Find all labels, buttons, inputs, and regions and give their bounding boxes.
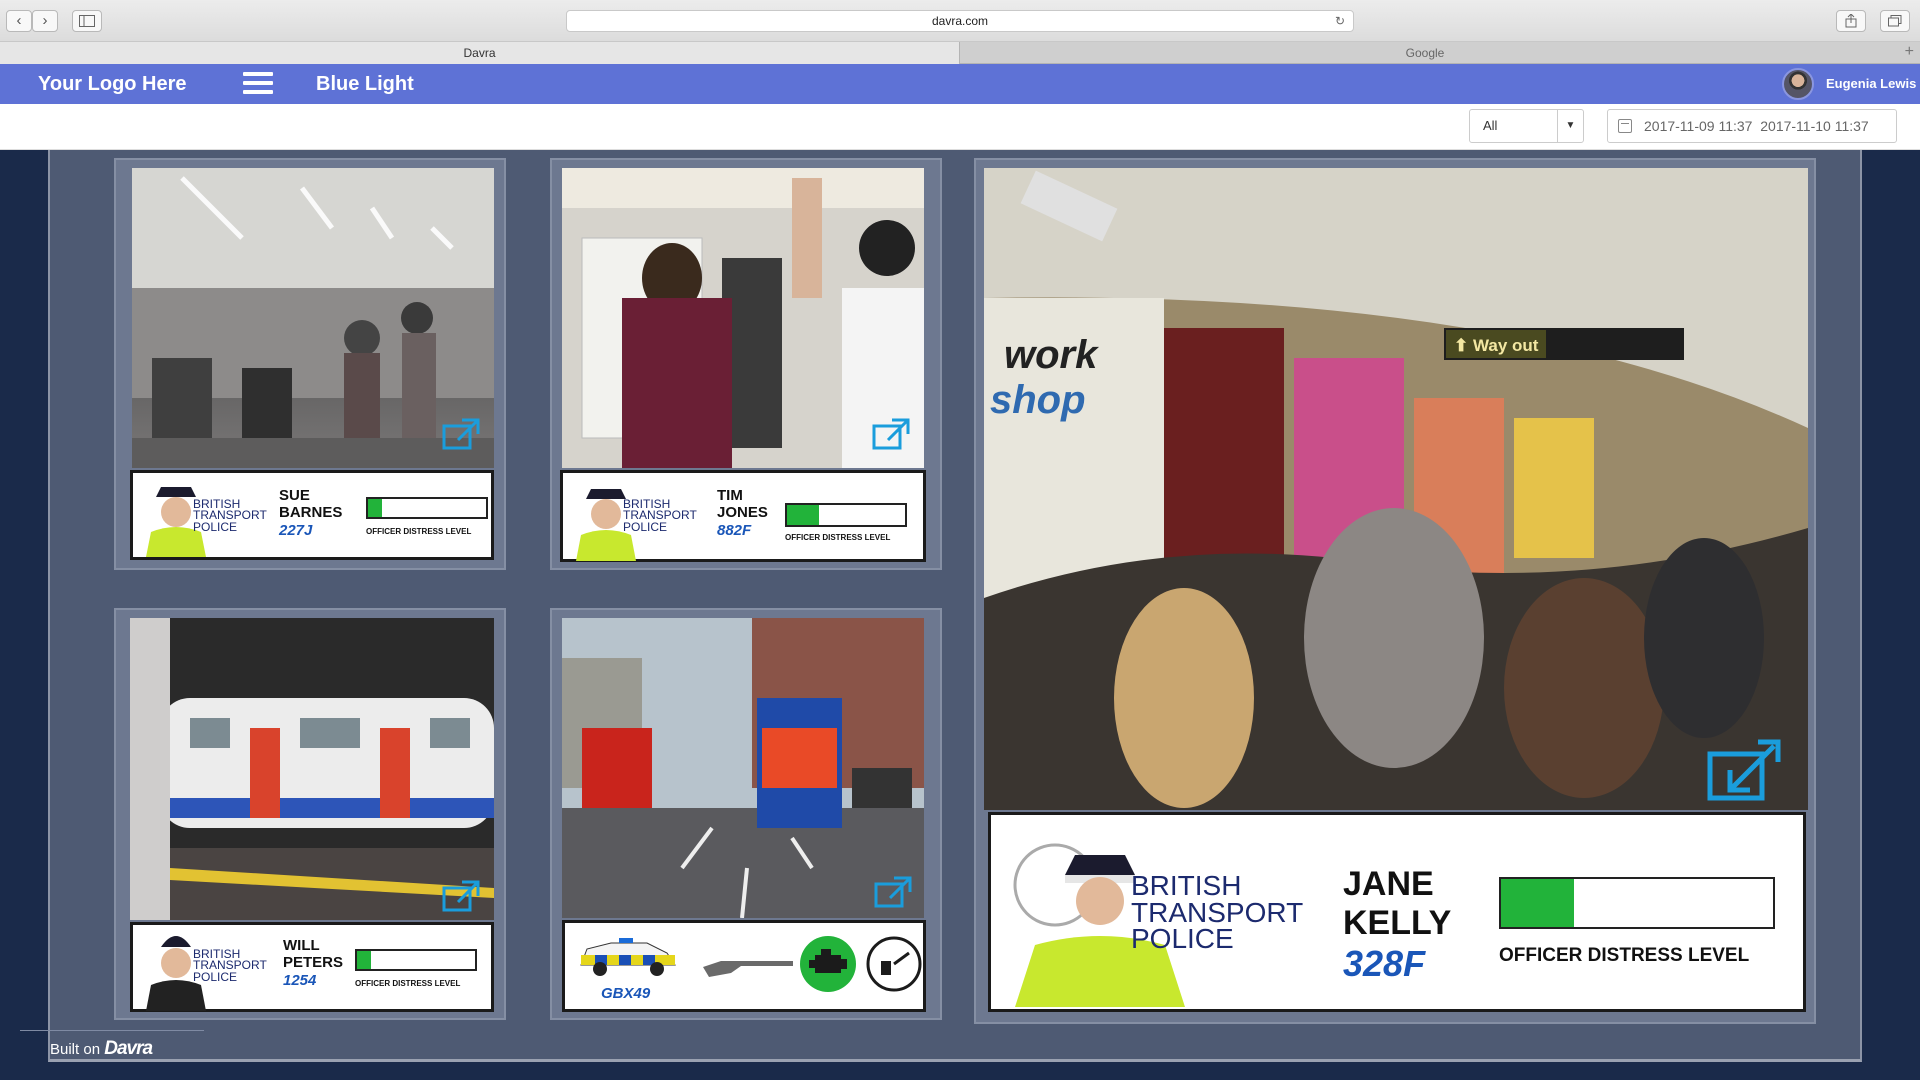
org-name: BRITISH TRANSPORT POLICE — [623, 497, 697, 534]
officer-name: TIM JONES 882F — [717, 487, 768, 539]
svg-text:⬆ Way out: ⬆ Way out — [1454, 336, 1539, 355]
platform-train-image — [130, 618, 494, 920]
officer-card-2[interactable]: BRITISH TRANSPORT POLICE TIM JONES 882F OFFI… — [560, 470, 926, 562]
camera-feed-featured[interactable]: ⬆ Way out work shop — [984, 168, 1808, 810]
forward-button[interactable]: › — [32, 10, 58, 32]
camera-feed-4[interactable] — [562, 618, 924, 918]
tabs-icon — [1888, 15, 1902, 27]
distress-meter — [785, 503, 907, 527]
camera-feed-2[interactable] — [562, 168, 924, 468]
vehicle-registration: GBX49 — [601, 985, 651, 1002]
collapse-icon[interactable] — [1706, 738, 1782, 802]
sidebar-icon — [79, 15, 95, 27]
built-on-text: Built on — [50, 1041, 101, 1058]
officer-card-featured[interactable]: BRITISH TRANSPORT POLICE JANE KELLY 328F OFF… — [988, 812, 1806, 1012]
camera-panel-featured: ⬆ Way out work shop BRITISH TRANSPORT POLI… — [974, 158, 1816, 1024]
tab-google[interactable]: Google — [960, 42, 1890, 64]
expand-icon[interactable] — [874, 876, 912, 908]
davra-brand: Davra — [104, 1038, 153, 1059]
camera-panel-1: BRITISH TRANSPORT POLICE SUE BARNES 227J OFF… — [114, 158, 506, 570]
distress-meter — [1499, 877, 1775, 929]
distress-meter — [366, 497, 488, 519]
reload-icon[interactable]: ↻ — [1335, 11, 1345, 31]
dashboard: BRITISH TRANSPORT POLICE SUE BARNES 227J OFF… — [48, 150, 1862, 1062]
sidebar-toggle-button[interactable] — [72, 10, 102, 32]
officer-name: WILL PETERS 1254 — [283, 937, 344, 989]
share-button[interactable] — [1836, 10, 1866, 32]
expand-icon[interactable] — [442, 418, 480, 450]
app-header: Your Logo Here Blue Light Eugenia Lewis — [0, 64, 1920, 104]
distress-meter-fill — [1501, 879, 1575, 927]
org-name: BRITISH TRANSPORT POLICE — [193, 947, 267, 984]
camera-panel-4: GBX49 — [550, 608, 942, 1020]
date-range-picker[interactable]: 2017-11-09 11:37 2017-11-10 11:37 — [1607, 109, 1897, 143]
officer-card-1[interactable]: BRITISH TRANSPORT POLICE SUE BARNES 227J OFF… — [130, 470, 494, 560]
org-name: BRITISH TRANSPORT POLICE — [193, 497, 267, 534]
camera-panel-2: BRITISH TRANSPORT POLICE TIM JONES 882F OFFI… — [550, 158, 942, 570]
url-text: davra.com — [931, 14, 989, 28]
date-from: 2017-11-09 11:37 — [1644, 118, 1753, 134]
logo[interactable]: Your Logo Here — [38, 73, 187, 96]
address-bar[interactable]: davra.com ↻ — [566, 10, 1354, 32]
calendar-icon — [1618, 119, 1632, 133]
expand-icon[interactable] — [442, 880, 480, 912]
svg-text:shop: shop — [990, 378, 1086, 422]
browser-toolbar: ‹ › davra.com ↻ — [0, 0, 1920, 42]
distress-meter-fill — [787, 505, 819, 525]
distress-meter-fill — [368, 499, 383, 517]
tab-bar: Davra Google + — [0, 42, 1920, 64]
new-tab-button[interactable]: + — [1905, 42, 1914, 62]
fuel-gauge-icon — [866, 936, 922, 992]
distress-meter-label: OFFICER DISTRESS LEVEL — [1499, 945, 1750, 966]
underground-platform-image: ⬆ Way out work shop — [984, 168, 1808, 810]
caret-down-icon[interactable]: ▼ — [1557, 110, 1583, 142]
camera-feed-3[interactable] — [130, 618, 494, 920]
filter-select-value: All — [1483, 118, 1498, 133]
officer-card-3[interactable]: BRITISH TRANSPORT POLICE WILL PETERS 1254 OF… — [130, 922, 494, 1012]
shotgun-icon — [703, 961, 793, 977]
tube-carriage-image — [562, 168, 924, 468]
divider — [20, 1030, 204, 1031]
officer-name: SUE BARNES 227J — [279, 487, 343, 539]
user-name[interactable]: Eugenia Lewis — [1826, 76, 1916, 91]
built-on-footer[interactable]: Built on Davra — [50, 1038, 153, 1060]
expand-icon[interactable] — [872, 418, 910, 450]
share-icon — [1845, 13, 1857, 28]
road-dashcam-image — [562, 618, 924, 918]
back-button[interactable]: ‹ — [6, 10, 32, 32]
engine-status-icon — [800, 936, 856, 992]
distress-meter-fill — [357, 951, 372, 969]
avatar[interactable] — [1782, 68, 1814, 100]
officer-name: JANE KELLY 328F — [1343, 865, 1452, 985]
station-ticket-hall-image — [132, 168, 494, 468]
distress-meter-label: OFFICER DISTRESS LEVEL — [785, 533, 891, 542]
distress-meter-label: OFFICER DISTRESS LEVEL — [355, 979, 461, 988]
police-car-icon — [580, 938, 676, 976]
org-name: BRITISH TRANSPORT POLICE — [1131, 870, 1304, 955]
tabs-overview-button[interactable] — [1880, 10, 1910, 32]
tab-davra[interactable]: Davra — [0, 42, 960, 64]
page-title: Blue Light — [316, 73, 414, 95]
camera-feed-1[interactable] — [132, 168, 494, 468]
svg-text:work: work — [1004, 333, 1099, 377]
date-to: 2017-11-10 11:37 — [1760, 118, 1869, 134]
menu-icon[interactable] — [243, 72, 273, 96]
filter-bar: All ▼ 2017-11-09 11:37 2017-11-10 11:37 — [0, 104, 1920, 150]
distress-meter-label: OFFICER DISTRESS LEVEL — [366, 527, 472, 536]
filter-select[interactable]: All ▼ — [1469, 109, 1584, 143]
distress-meter — [355, 949, 477, 971]
vehicle-card[interactable]: GBX49 — [562, 920, 926, 1012]
camera-panel-3: BRITISH TRANSPORT POLICE WILL PETERS 1254 OF… — [114, 608, 506, 1020]
